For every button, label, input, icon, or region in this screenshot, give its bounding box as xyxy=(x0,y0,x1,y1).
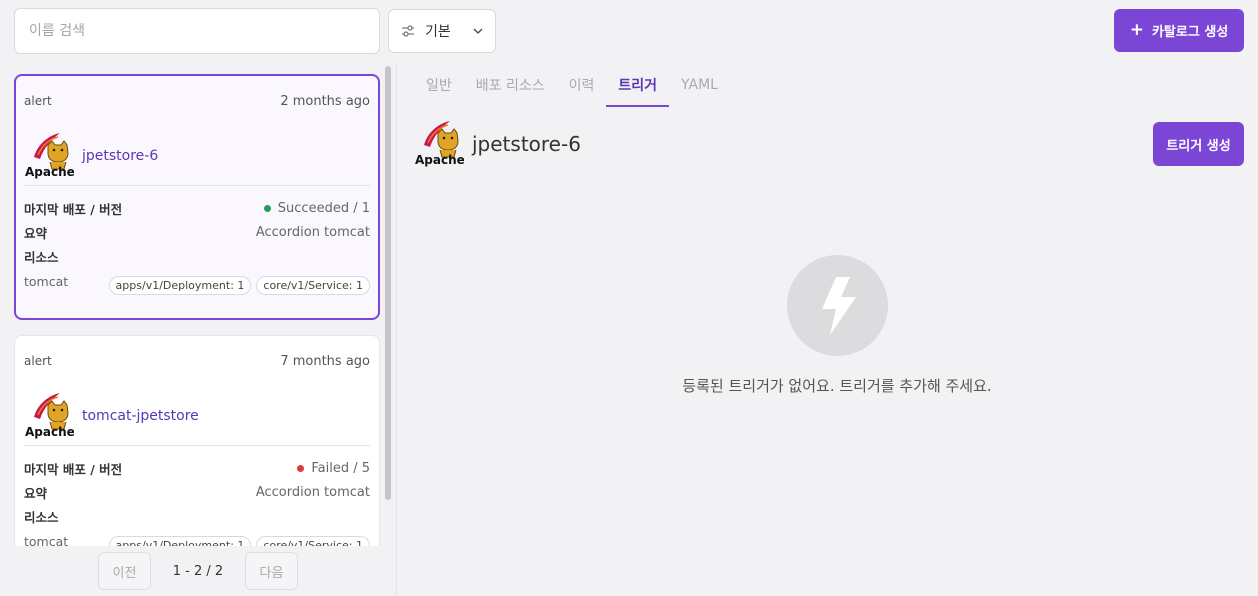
apache-logo-text: Apache xyxy=(25,165,74,179)
detail-title: jpetstore-6 xyxy=(472,132,581,156)
pagination: 이전 1 - 2 / 2 다음 xyxy=(98,552,298,590)
card-header: alert 2 months ago xyxy=(24,76,370,126)
search-input[interactable] xyxy=(14,8,380,54)
apache-logo-text: Apache xyxy=(25,425,74,439)
create-catalog-button[interactable]: + 카탈로그 생성 xyxy=(1114,9,1244,52)
resource-chip: core/v1/Service: 1 xyxy=(256,276,370,295)
last-deploy-label: 마지막 배포 / 버전 xyxy=(24,461,123,477)
list-scrollbar-thumb[interactable] xyxy=(385,66,391,500)
create-trigger-button[interactable]: 트리거 생성 xyxy=(1153,122,1244,166)
catalog-list: alert 2 months ago Apache jpetstore-6 마지… xyxy=(14,74,380,546)
tab-yaml[interactable]: YAML xyxy=(669,64,730,107)
lightning-icon xyxy=(787,255,888,356)
sort-select[interactable]: 기본 xyxy=(388,9,496,53)
detail-header: Apache jpetstore-6 xyxy=(414,118,581,170)
summary-label: 요약 xyxy=(24,485,48,501)
resources-label: 리소스 xyxy=(24,249,59,265)
plus-icon: + xyxy=(1129,20,1144,40)
resource-chip: apps/v1/Deployment: 1 xyxy=(108,536,252,546)
deploy-status: Succeeded / 1 xyxy=(277,200,370,216)
summary-value: Accordion tomcat xyxy=(255,484,370,500)
chevron-down-icon xyxy=(473,28,483,34)
status-dot-icon xyxy=(263,204,271,212)
status-dot-icon xyxy=(297,464,305,472)
resource-row: tomcat apps/v1/Deployment: 1 core/v1/Ser… xyxy=(24,528,370,546)
sort-sliders-icon xyxy=(401,25,415,37)
last-deploy-row: 마지막 배포 / 버전 Failed / 5 xyxy=(24,456,370,480)
apache-tomcat-logo-icon: Apache xyxy=(414,116,465,172)
last-deploy-label: 마지막 배포 / 버전 xyxy=(24,201,123,217)
panel-divider xyxy=(396,62,397,596)
create-catalog-label: 카탈로그 생성 xyxy=(1151,25,1229,40)
apache-tomcat-logo-icon: Apache xyxy=(24,129,75,183)
card-time: 7 months ago xyxy=(280,353,370,369)
tab-history[interactable]: 이력 xyxy=(557,64,607,107)
resource-chip: core/v1/Service: 1 xyxy=(256,536,370,546)
card-header: alert 7 months ago xyxy=(24,336,370,386)
card-time: 2 months ago xyxy=(280,93,370,109)
list-scrollbar[interactable] xyxy=(383,66,393,546)
tab-trigger[interactable]: 트리거 xyxy=(606,64,670,107)
summary-value: Accordion tomcat xyxy=(255,224,370,240)
detail-tabs: 일반 배포 리소스 이력 트리거 YAML xyxy=(414,64,730,107)
summary-row: 요약 Accordion tomcat xyxy=(24,220,370,244)
tab-deploy-resources[interactable]: 배포 리소스 xyxy=(464,64,557,107)
resource-row: tomcat apps/v1/Deployment: 1 core/v1/Ser… xyxy=(24,268,370,298)
summary-row: 요약 Accordion tomcat xyxy=(24,480,370,504)
catalog-card[interactable]: alert 2 months ago Apache jpetstore-6 마지… xyxy=(14,74,380,320)
tab-general[interactable]: 일반 xyxy=(414,64,464,107)
resource-chip: apps/v1/Deployment: 1 xyxy=(108,276,252,295)
apache-logo-text: Apache xyxy=(415,153,464,167)
card-title-row: Apache jpetstore-6 xyxy=(24,126,370,186)
empty-message: 등록된 트리거가 없어요. 트리거를 추가해 주세요. xyxy=(682,377,992,395)
resource-name: tomcat xyxy=(24,274,69,289)
resource-name: tomcat xyxy=(24,534,69,546)
sort-label: 기본 xyxy=(425,24,451,40)
prev-page-button[interactable]: 이전 xyxy=(98,552,151,590)
last-deploy-row: 마지막 배포 / 버전 Succeeded / 1 xyxy=(24,196,370,220)
page-info: 1 - 2 / 2 xyxy=(172,563,224,579)
deploy-status: Failed / 5 xyxy=(311,460,370,476)
card-title-row: Apache tomcat-jpetstore xyxy=(24,386,370,446)
card-title[interactable]: jpetstore-6 xyxy=(82,148,158,164)
card-type: alert xyxy=(24,354,52,368)
resources-row: 리소스 xyxy=(24,504,370,528)
card-type: alert xyxy=(24,94,52,108)
catalog-card[interactable]: alert 7 months ago Apache tomcat-jpetsto… xyxy=(14,335,380,546)
card-title[interactable]: tomcat-jpetstore xyxy=(82,408,199,424)
top-bar: 기본 + 카탈로그 생성 xyxy=(0,0,1258,62)
resources-label: 리소스 xyxy=(24,509,59,525)
apache-tomcat-logo-icon: Apache xyxy=(24,389,75,443)
next-page-button[interactable]: 다음 xyxy=(245,552,298,590)
summary-label: 요약 xyxy=(24,225,48,241)
resources-row: 리소스 xyxy=(24,244,370,268)
